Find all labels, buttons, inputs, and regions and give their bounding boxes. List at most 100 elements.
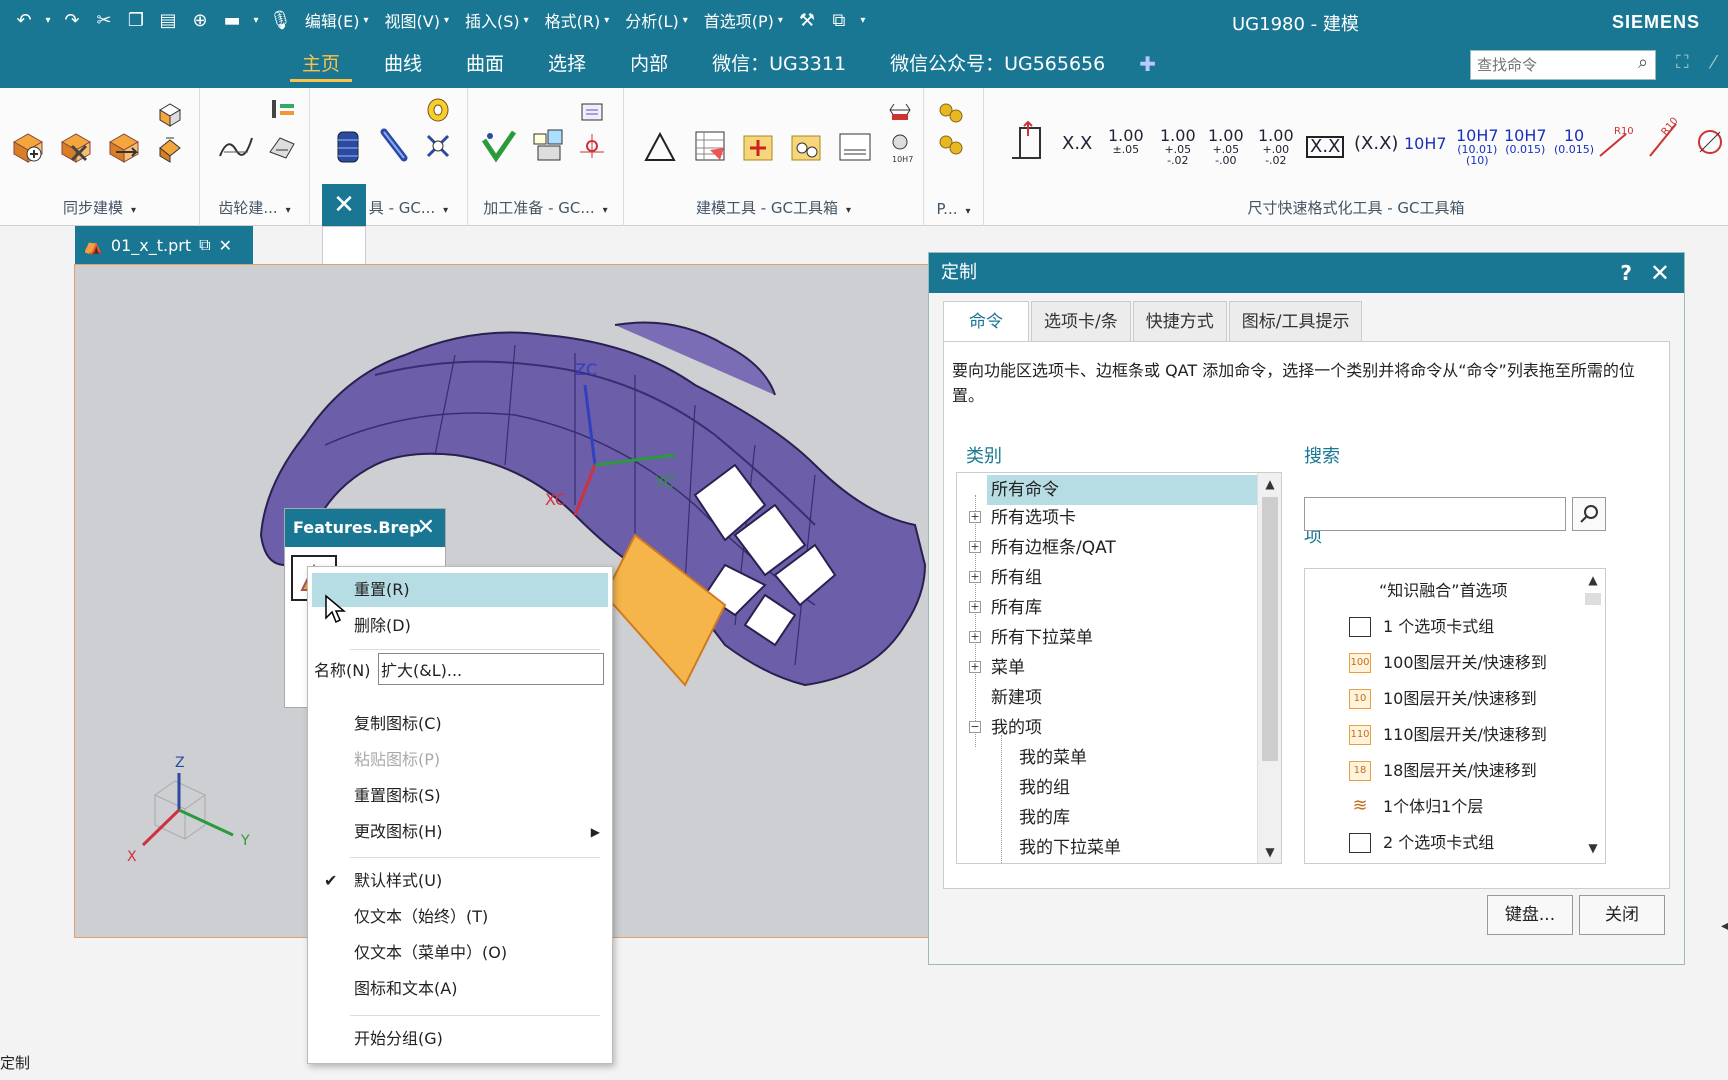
menu-item-default-style[interactable]: ✔ 默认样式(U) xyxy=(312,864,608,898)
window-icon[interactable]: ▬ xyxy=(218,5,246,35)
items-scrollbar[interactable]: ▲ ▼ xyxy=(1581,569,1605,863)
dim-xx-button[interactable]: X.X xyxy=(1062,135,1092,153)
close-icon[interactable]: ✕ xyxy=(322,184,366,226)
menu-item-reset-icon[interactable]: 重置图标(S) xyxy=(312,779,608,813)
command-search-input[interactable] xyxy=(1470,50,1656,80)
keyboard-button[interactable]: 键盘... xyxy=(1487,895,1573,935)
scroll-down-icon[interactable]: ▼ xyxy=(1258,841,1281,863)
collapse-icon[interactable]: − xyxy=(969,721,981,733)
list-item[interactable]: “知识融合”首选项 xyxy=(1305,573,1575,609)
tab-internal[interactable]: 内部 xyxy=(608,40,690,88)
close-icon[interactable]: ✕ xyxy=(417,509,435,547)
menu-preferences[interactable]: 首选项(P) ▾ xyxy=(698,5,789,35)
menu-item-change-icon[interactable]: 更改图标(H) ▶ xyxy=(312,815,608,849)
group-label[interactable]: 同步建模 ▾ xyxy=(0,197,199,218)
close-tab-icon[interactable]: ✕ xyxy=(219,236,232,255)
menu-format[interactable]: 格式(R) ▾ xyxy=(539,5,616,35)
dim-fit-limit-3-button[interactable]: 10 (0.015) xyxy=(1554,128,1594,156)
command-search-field[interactable] xyxy=(1304,497,1566,531)
group-label[interactable]: 加工准备 - GC... ▾ xyxy=(468,197,623,218)
category-tree[interactable]: 所有命令 + 所有选项卡 + 所有边框条/QAT + 所有组 + 所有库 + 所… xyxy=(956,472,1282,864)
fullscreen-icon[interactable]: ⛶ xyxy=(1676,52,1689,73)
search-icon[interactable] xyxy=(1572,497,1606,531)
tab-home[interactable]: 主页 xyxy=(280,40,362,88)
tab-wechat[interactable]: 微信：UG3311 xyxy=(690,40,868,88)
dim-reference-button[interactable]: (X.X) xyxy=(1354,135,1398,153)
menu-item-delete[interactable]: 删除(D) xyxy=(312,609,608,643)
menu-item-text-only-menu[interactable]: 仅文本（菜单中）(O) xyxy=(312,936,608,970)
scroll-thumb[interactable] xyxy=(1585,593,1601,605)
tree-node-my-libraries[interactable]: 我的库 xyxy=(1019,803,1070,833)
tree-node-all-groups[interactable]: 所有组 xyxy=(991,563,1042,593)
tab-shortcuts[interactable]: 快捷方式 xyxy=(1132,301,1227,341)
dim-tolerance-2-button[interactable]: 1.00 +.05 -.02 xyxy=(1160,128,1196,167)
tree-node-my-dropdowns[interactable]: 我的下拉菜单 xyxy=(1019,833,1121,863)
list-item[interactable]: 110 110图层开关/快速移到 xyxy=(1305,717,1575,753)
dim-tolerance-4-button[interactable]: 1.00 +.00 -.02 xyxy=(1258,128,1294,167)
menu-edit[interactable]: 编辑(E) ▾ xyxy=(299,5,375,35)
popout-icon[interactable]: ⧉ xyxy=(199,235,210,255)
dim-fit-button[interactable]: 10H7 xyxy=(1404,136,1447,152)
redo-icon[interactable]: ↷ xyxy=(58,5,86,35)
menu-item-icon-and-text[interactable]: 图标和文本(A) xyxy=(312,972,608,1006)
tree-node-all-tabs[interactable]: 所有选项卡 xyxy=(991,503,1076,533)
tree-node-all-dropdowns[interactable]: 所有下拉菜单 xyxy=(991,623,1093,653)
add-tab-icon[interactable]: ✚ xyxy=(1127,40,1168,88)
tree-node-menu[interactable]: 菜单 xyxy=(991,653,1025,683)
group-label[interactable]: 齿轮建... ▾ xyxy=(200,197,309,218)
tools-icon[interactable]: ⚒ xyxy=(793,5,821,35)
cut-icon[interactable]: ✂ xyxy=(90,5,118,35)
tree-node-my-menus[interactable]: 我的菜单 xyxy=(1019,743,1087,773)
expand-icon[interactable]: + xyxy=(969,541,981,553)
document-tab[interactable]: ⛺ 01_x_t.prt ⧉ ✕ xyxy=(75,226,253,264)
tree-node-new-items[interactable]: 新建项 xyxy=(991,683,1042,713)
list-item[interactable]: 10 10图层开关/快速移到 xyxy=(1305,681,1575,717)
expand-icon[interactable]: + xyxy=(969,631,981,643)
list-item[interactable]: 2 个选项卡式组 xyxy=(1305,825,1575,861)
paste-icon[interactable]: ▤ xyxy=(154,5,182,35)
group-label[interactable]: 尺寸快速格式化工具 - GC工具箱 xyxy=(984,197,1728,218)
tab-tabs-bars[interactable]: 选项卡/条 xyxy=(1031,301,1131,341)
list-item[interactable]: 100 100图层开关/快速移到 xyxy=(1305,645,1575,681)
tree-node-all-commands[interactable]: 所有命令 xyxy=(987,475,1257,505)
menu-item-reset[interactable]: 重置(R) xyxy=(312,573,608,607)
help-icon[interactable]: ? xyxy=(1620,253,1632,293)
menu-item-begin-group[interactable]: 开始分组(G) xyxy=(312,1022,608,1056)
menu-item-text-only-always[interactable]: 仅文本（始终）(T) xyxy=(312,900,608,934)
menu-item-copy-icon[interactable]: 复制图标(C) xyxy=(312,707,608,741)
repeat-command-icon[interactable]: ⊕ xyxy=(186,5,214,35)
close-icon[interactable]: ✕ xyxy=(1650,253,1670,293)
edge-arrow-icon[interactable]: ◂ xyxy=(1721,918,1728,934)
tree-node-my-items[interactable]: 我的项 xyxy=(991,713,1042,743)
dropdown-caret-icon[interactable]: ▾ xyxy=(250,5,262,35)
close-button[interactable]: 关闭 xyxy=(1579,895,1665,935)
scroll-up-icon[interactable]: ▲ xyxy=(1581,569,1605,591)
list-item[interactable]: 18 18图层开关/快速移到 xyxy=(1305,753,1575,789)
copy-icon[interactable]: ❐ xyxy=(122,5,150,35)
menu-insert[interactable]: 插入(S) ▾ xyxy=(459,5,535,35)
tree-scrollbar[interactable]: ▲ ▼ xyxy=(1257,473,1281,863)
dim-tolerance-1-button[interactable]: 1.00 ±.05 xyxy=(1108,128,1144,156)
dropdown-caret-icon[interactable]: ▾ xyxy=(857,5,869,35)
items-list[interactable]: “知识融合”首选项 1 个选项卡式组 100 100图层开关/快速移到 10 10图… xyxy=(1304,568,1606,864)
scroll-down-icon[interactable]: ▼ xyxy=(1581,837,1605,859)
window-switch-icon[interactable]: ⧉ xyxy=(825,5,853,35)
scroll-thumb[interactable] xyxy=(1262,497,1278,761)
dropdown-caret-icon[interactable]: ▾ xyxy=(42,5,54,35)
undo-icon[interactable]: ↶ xyxy=(10,5,38,35)
tab-wechat-public[interactable]: 微信公众号：UG565656 xyxy=(868,40,1127,88)
menu-analysis[interactable]: 分析(L) ▾ xyxy=(619,5,693,35)
tab-surface[interactable]: 曲面 xyxy=(444,40,526,88)
tree-node-all-border-bars[interactable]: 所有边框条/QAT xyxy=(991,533,1116,563)
expand-icon[interactable]: + xyxy=(969,571,981,583)
menu-view[interactable]: 视图(V) ▾ xyxy=(379,5,455,35)
group-label[interactable]: P... ▾ xyxy=(924,200,983,218)
tab-commands[interactable]: 命令 xyxy=(943,301,1029,341)
expand-icon[interactable]: + xyxy=(969,661,981,673)
group-label[interactable]: 建模工具 - GC工具箱 ▾ xyxy=(624,197,923,218)
scroll-up-icon[interactable]: ▲ xyxy=(1258,473,1281,495)
list-item[interactable]: 1 个选项卡式组 xyxy=(1305,609,1575,645)
collapse-ribbon-icon[interactable]: ⁄ xyxy=(1712,52,1715,73)
microphone-icon[interactable]: 🎙 xyxy=(266,5,295,35)
dim-tolerance-3-button[interactable]: 1.00 +.05 -.00 xyxy=(1208,128,1244,167)
